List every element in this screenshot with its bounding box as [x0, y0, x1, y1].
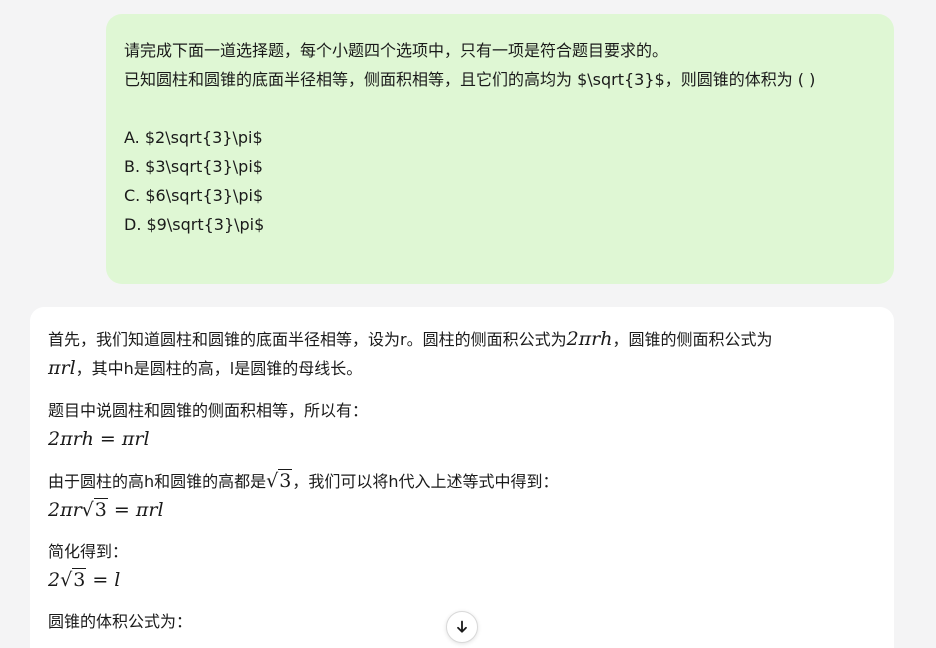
answer-paragraph-1: 首先，我们知道圆柱和圆锥的底面半径相等，设为r。圆柱的侧面积公式为2πrh，圆锥… — [48, 325, 876, 383]
equation-substituted: 2πr√3 = πrl — [48, 498, 164, 521]
answer-text: 由于圆柱的高h和圆锥的高都是 — [48, 472, 267, 491]
arrow-down-icon — [457, 620, 467, 633]
answer-text: 题目中说圆柱和圆锥的侧面积相等，所以有： — [48, 401, 369, 420]
answer-text: 简化得到： — [48, 542, 129, 561]
question-instruction: 请完成下面一道选择题，每个小题四个选项中，只有一项是符合题目要求的。 — [124, 41, 669, 60]
user-message-bubble: 请完成下面一道选择题，每个小题四个选项中，只有一项是符合题目要求的。 已知圆柱和… — [106, 14, 894, 284]
answer-text: ，其中h是圆柱的高，l是圆锥的母线长。 — [75, 359, 363, 378]
answer-paragraph-4: 简化得到： 2√3 = l — [48, 538, 876, 594]
chat-viewport: 请完成下面一道选择题，每个小题四个选项中，只有一项是符合题目要求的。 已知圆柱和… — [0, 0, 936, 648]
question-stem: 已知圆柱和圆锥的底面半径相等，侧面积相等，且它们的高均为 $\sqrt{3}$，… — [124, 70, 816, 89]
answer-text: ，圆锥的侧面积公式为 — [612, 330, 773, 349]
answer-paragraph-3: 由于圆柱的高h和圆锥的高都是√3，我们可以将h代入上述等式中得到： 2πr√3 … — [48, 467, 876, 524]
option-a: A. $2\sqrt{3}\pi$ — [124, 128, 263, 147]
formula-sqrt-3: √3 — [266, 469, 293, 492]
answer-paragraph-2: 题目中说圆柱和圆锥的侧面积相等，所以有： 2πrh = πrl — [48, 397, 876, 453]
option-b: B. $3\sqrt{3}\pi$ — [124, 157, 263, 176]
option-c: C. $6\sqrt{3}\pi$ — [124, 186, 264, 205]
formula-cone-lateral: πrl — [48, 357, 76, 379]
equation-lateral-equal: 2πrh = πrl — [48, 428, 150, 450]
option-d: D. $9\sqrt{3}\pi$ — [124, 215, 265, 234]
assistant-message-bubble: 首先，我们知道圆柱和圆锥的底面半径相等，设为r。圆柱的侧面积公式为2πrh，圆锥… — [30, 307, 894, 648]
scroll-to-bottom-button[interactable] — [446, 611, 478, 643]
answer-text: 首先，我们知道圆柱和圆锥的底面半径相等，设为r。圆柱的侧面积公式为 — [48, 330, 567, 349]
equation-simplified: 2√3 = l — [48, 568, 121, 591]
answer-text: ，我们可以将h代入上述等式中得到： — [292, 472, 559, 491]
formula-cylinder-lateral: 2πrh — [566, 328, 613, 350]
